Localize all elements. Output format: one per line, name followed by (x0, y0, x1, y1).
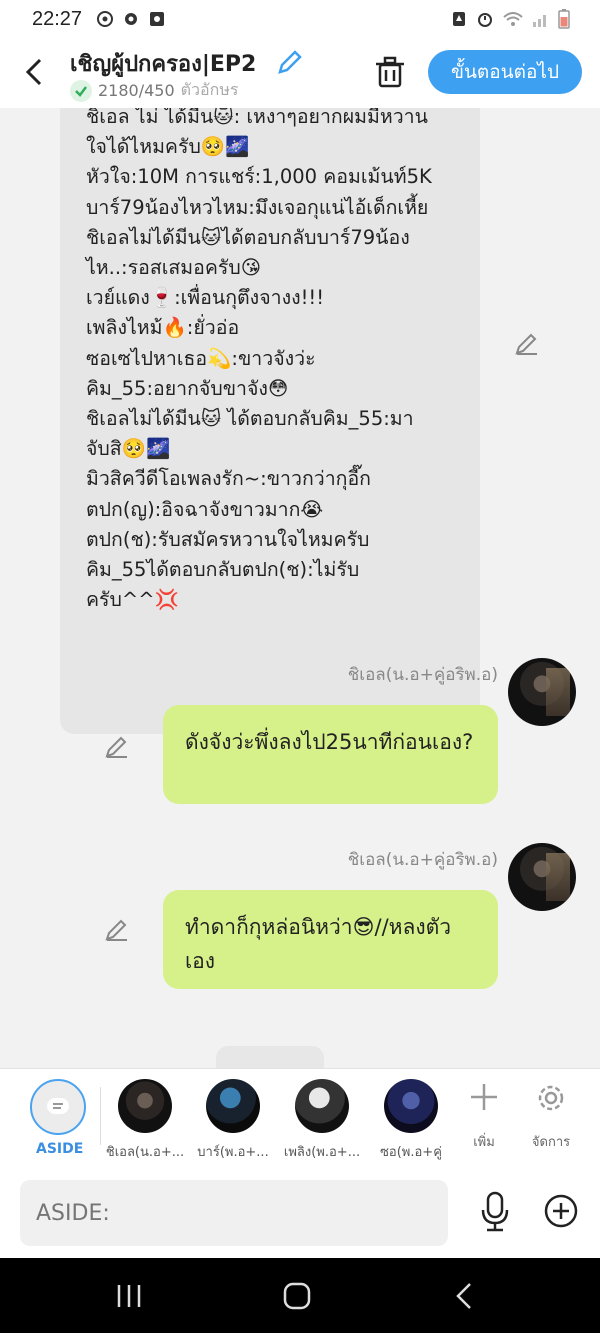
message-line: จับสิ🥺🌌 (86, 437, 171, 461)
message-line: ตปก(ช):รับสมัครหวานใจไหมครับ (86, 527, 370, 551)
status-right-icons (450, 9, 570, 29)
sender-name: ชิเอล(น.อ+คู่อริพ.อ) (347, 850, 498, 870)
message-line: เพลิงไหม้🔥:ยั่วอ่อ (86, 316, 240, 340)
vpn-icon (97, 11, 113, 27)
long-message-text: ชิเอล ไม่ ได้มีน🐱: เหงาๆอยากผมมีหวานใจได… (86, 108, 466, 615)
gear-icon (538, 1085, 564, 1111)
status-time: 22:27 (32, 8, 83, 30)
signal-icon (533, 15, 546, 27)
character-avatar-2[interactable] (295, 1079, 349, 1133)
message-line: ใจได้ไหมครับ🥺🌌 (86, 135, 250, 159)
character-counter: 2180/450 ตัวอักษร (70, 78, 238, 103)
microphone-icon[interactable] (478, 1190, 512, 1234)
counter-value: 2180/450 (98, 81, 175, 100)
message-line: ซอเซไปหาเธอ💫:ขาวจังว่ะ (86, 346, 316, 370)
system-nav-bar (0, 1258, 600, 1333)
add-circle-icon[interactable] (542, 1192, 580, 1230)
character-label[interactable]: เพลิง(พ.อ+... (280, 1141, 364, 1162)
character-label[interactable]: ชิเอล(น.อ+... (103, 1141, 187, 1162)
message-line: คิม_55:อยากจับขาจัง😳 (86, 376, 289, 400)
message-line: คิม_55ได้ตอบกลับตปก(ช):ไม่รับ (86, 558, 360, 582)
editor-header: เชิญผู้ปกครอง|EP2 2180/450 ตัวอักษร ขั้น… (0, 38, 600, 108)
message-input[interactable] (20, 1180, 448, 1246)
alarm-icon (478, 13, 492, 27)
message-line: ชิเอลไม่ได้มีน🐱 ได้ตอบกลับคิม_55:มา (86, 407, 414, 431)
add-label: เพิ่ม (473, 1135, 495, 1150)
edit-pencil-icon[interactable] (514, 330, 540, 356)
page-title: เชิญผู้ปกครอง|EP2 (70, 52, 257, 77)
message-bubble[interactable]: ดังจังว่ะพึ่งลงไป25นาทีก่อนเอง? (163, 705, 498, 804)
manage-label: จัดการ (531, 1135, 571, 1150)
counter-unit: ตัวอักษร (180, 80, 239, 99)
aside-label: ASIDE (36, 1141, 84, 1157)
character-avatar-1[interactable] (206, 1079, 260, 1133)
plus-icon (471, 1084, 497, 1110)
character-avatar-0[interactable] (118, 1079, 172, 1133)
trash-icon[interactable] (372, 54, 408, 90)
character-bar: ASIDE ชิเอล(น.อ+... บาร์(พ.อ+... เพลิง(พ… (0, 1068, 600, 1169)
avatar[interactable] (508, 658, 576, 726)
manage-button[interactable] (521, 1081, 581, 1119)
message-line: ชิเอล ไม่ ได้มีน🐱: เหงาๆอยากผมมีหวาน (86, 108, 428, 128)
character-label[interactable]: ซอ(พ.อ+คู่ (369, 1141, 453, 1162)
character-label[interactable]: บาร์(พ.อ+... (191, 1141, 275, 1162)
recent-apps-icon[interactable] (114, 1282, 144, 1310)
edit-pencil-icon[interactable] (104, 916, 130, 942)
divider (100, 1087, 101, 1145)
message-line: ชิเอลไม่ได้มีน🐱ได้ตอบกลับบาร์79น้อง (86, 225, 410, 249)
back-icon[interactable] (452, 1281, 476, 1311)
next-step-button[interactable]: ขั้นตอนต่อไป (428, 50, 582, 94)
input-row (0, 1168, 600, 1258)
add-character-button[interactable] (454, 1081, 514, 1117)
settings-icon (125, 13, 137, 25)
battery-icon (558, 9, 570, 29)
aside-button[interactable] (30, 1079, 86, 1135)
status-left-icons (96, 10, 166, 28)
check-icon (70, 79, 92, 102)
back-arrow-icon[interactable] (20, 52, 50, 92)
avatar[interactable] (508, 843, 576, 911)
character-avatar-3[interactable] (384, 1079, 438, 1133)
home-icon[interactable] (282, 1281, 312, 1311)
message-line: เวย์แดง🍷:เพื่อนกุตึงจางง!!! (86, 286, 325, 310)
speech-bubble-icon (47, 1098, 69, 1114)
message-line: มิวสิควีดีโอเพลงรัก~:ขาวกว่ากุอี๊ก (86, 467, 371, 491)
message-bubble[interactable]: ทำดาก็กุหล่อนิหว่า😎//หลงตัวเอง (163, 890, 498, 989)
status-bar: 22:27 (0, 0, 600, 38)
sender-name: ชิเอล(น.อ+คู่อริพ.อ) (347, 665, 498, 685)
edit-pencil-icon[interactable] (104, 733, 130, 759)
screenshot-icon (150, 12, 164, 26)
wifi-icon (503, 12, 523, 26)
chat-area[interactable]: ชิเอล ไม่ ได้มีน🐱: เหงาๆอยากผมมีหวานใจได… (0, 108, 600, 1068)
message-line: หัวใจ:10M การแชร์:1,000 คอมเม้นท์5K (86, 165, 432, 189)
message-line: ไห..:รอสเสมอครับ😘 (86, 256, 262, 280)
message-line: ตปก(ญ):อิจฉาจังขาวมาก😭 (86, 497, 324, 521)
message-line: ครับ^^💢 (86, 588, 179, 612)
edit-title-pencil-icon[interactable] (276, 48, 304, 76)
partial-message-bubble (216, 1046, 324, 1068)
message-line: บาร์79น้องไหวไหม:มึงเจอกุแน่ไอ้เด็กเหี้ย (86, 195, 429, 219)
recycle-icon (453, 12, 465, 26)
